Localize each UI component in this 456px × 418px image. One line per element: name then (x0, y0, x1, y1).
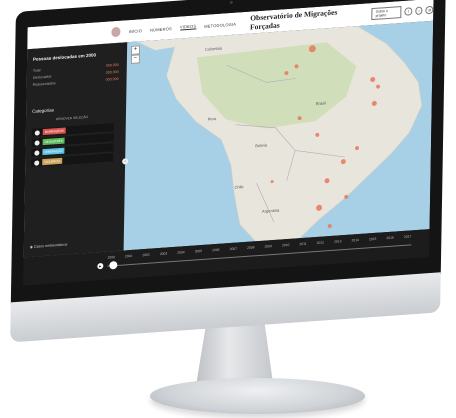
timeline-year[interactable]: 2004 (177, 250, 184, 255)
timeline-year[interactable]: 2015 (369, 237, 376, 242)
timeline-year[interactable]: 2010 (282, 243, 289, 248)
timeline-year[interactable]: 2012 (317, 240, 324, 245)
timeline-year[interactable]: 2009 (265, 244, 272, 249)
cases-link[interactable]: ◉ Casos emblemáticos (30, 242, 68, 249)
radio-icon (34, 129, 40, 136)
timeline-year[interactable]: 2014 (352, 238, 359, 243)
monitor: INÍCIO NÚMEROS VIDEOS METODOLOGIA Observ… (10, 0, 454, 343)
nav-inicio[interactable]: INÍCIO (129, 28, 143, 34)
zoom-out-button[interactable]: − (130, 54, 140, 64)
facebook-icon[interactable]: f (404, 7, 413, 16)
map-label-chile: Chile (234, 184, 244, 190)
timeline-year[interactable]: 2007 (230, 247, 237, 252)
categories-heading: Categorias (32, 107, 54, 114)
nav-numeros[interactable]: NÚMEROS (150, 26, 172, 33)
sidebar-panel: Pessoas deslocadas em 2000 Total 000.000 … (23, 42, 129, 258)
radio-icon (34, 159, 40, 166)
timeline-year[interactable]: 2001 (125, 254, 132, 259)
central-america (137, 38, 178, 51)
timeline-year[interactable]: 2006 (212, 248, 219, 253)
timeline-year[interactable]: 2011 (299, 242, 306, 247)
timeline-thumb[interactable] (109, 260, 118, 270)
site-logo[interactable] (111, 26, 121, 38)
timeline-year[interactable]: 2013 (334, 239, 341, 244)
map-label-bolivia: Bolivia (255, 142, 268, 149)
timeline-year[interactable]: 2016 (386, 236, 393, 241)
twitter-icon[interactable]: t (415, 6, 423, 16)
map-label-brasil: Brasil (315, 100, 326, 107)
timeline-year[interactable]: 2002 (142, 253, 149, 258)
timeline-year[interactable]: 2005 (195, 249, 202, 254)
radio-icon (34, 139, 40, 146)
timeline-year[interactable]: 2003 (160, 251, 167, 256)
screen: INÍCIO NÚMEROS VIDEOS METODOLOGIA Observ… (23, 0, 434, 286)
play-icon[interactable]: ▶ (97, 262, 104, 270)
map-label-peru: Peru (207, 115, 217, 122)
timeline-year[interactable]: 2008 (247, 245, 254, 250)
radio-icon (34, 149, 40, 156)
monitor-stand-base (150, 378, 365, 414)
email-icon[interactable]: @ (425, 5, 434, 15)
remove-selection-link[interactable]: REMOVER SELEÇÃO (56, 115, 88, 121)
about-button[interactable]: Sobre o projeto (371, 5, 402, 21)
nav-metodologia[interactable]: METODOLOGIA (204, 21, 236, 28)
nav-videos[interactable]: VIDEOS (179, 23, 197, 31)
timeline-year[interactable]: 2000 (107, 255, 114, 260)
timeline-year[interactable]: 2017 (404, 234, 411, 239)
sidebar-title: Pessoas deslocadas em 2000 (33, 52, 97, 62)
